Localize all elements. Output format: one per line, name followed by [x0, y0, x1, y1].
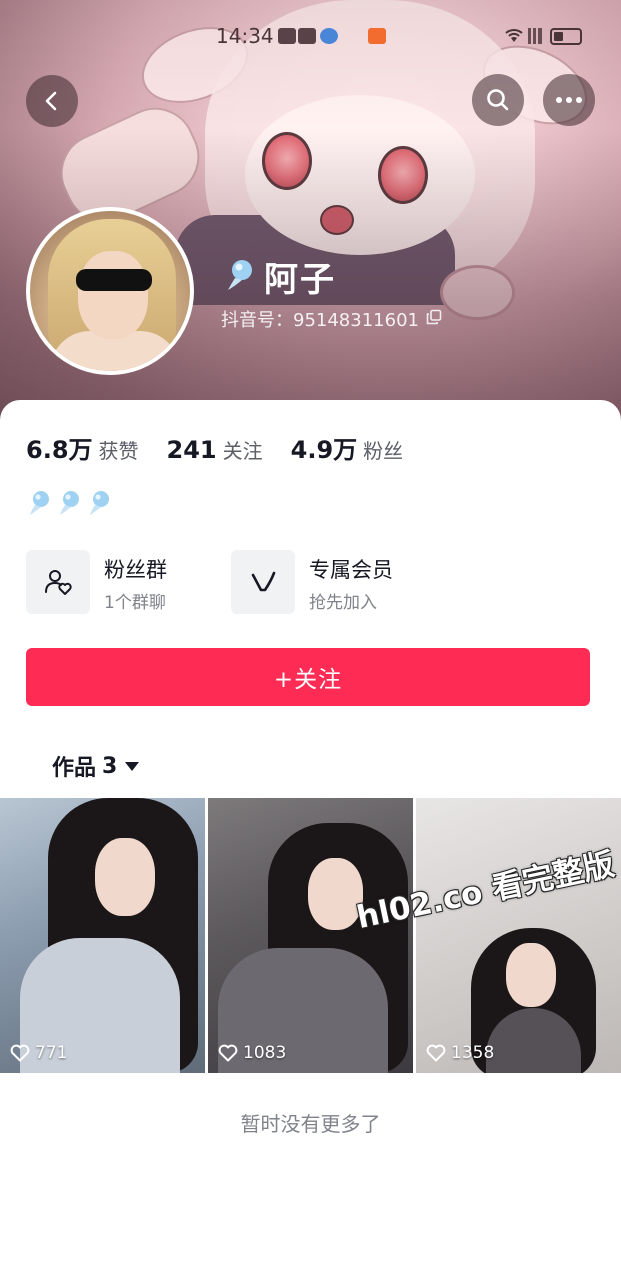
douyin-id: 抖音号：95148311601	[221, 310, 419, 331]
app-icon	[368, 28, 386, 44]
video-thumbnail[interactable]: 1358	[416, 798, 621, 1073]
ice-cream-emoji-icon	[228, 260, 252, 290]
works-label: 作品	[52, 756, 97, 781]
sunglasses-icon	[76, 269, 152, 291]
status-bar: 14:34	[0, 18, 621, 54]
followers-count[interactable]: 4.9万	[291, 430, 358, 465]
caret-down-icon	[125, 761, 140, 771]
avatar[interactable]	[26, 207, 194, 375]
status-time: 14:34	[216, 24, 274, 48]
profile-stats: 6.8万 获赞 241 关注 4.9万 粉丝	[26, 430, 431, 464]
following-count[interactable]: 241	[167, 436, 217, 464]
end-of-list-text: 暂时没有更多了	[240, 1112, 381, 1136]
bio-emoji-row	[28, 490, 112, 516]
vip-v-icon	[251, 571, 276, 592]
video-like-count: 1083	[243, 1043, 287, 1063]
follow-button[interactable]: +关注	[26, 648, 590, 706]
vip-membership-entry[interactable]: 专属会员 抢先加入	[231, 550, 431, 616]
heart-icon	[10, 1044, 30, 1062]
ice-cream-emoji-icon	[60, 491, 79, 515]
browser-icon	[320, 28, 338, 44]
fans-group-subtitle: 1个群聊	[104, 593, 166, 613]
app-icon	[298, 28, 316, 44]
video-thumbnail[interactable]: 1083	[208, 798, 413, 1073]
fans-group-icon	[45, 570, 72, 595]
signal-icon	[528, 28, 542, 44]
back-button[interactable]	[26, 75, 78, 127]
more-button[interactable]	[543, 74, 595, 126]
search-icon	[487, 89, 509, 111]
app-icon	[278, 28, 296, 44]
chevron-left-icon	[45, 91, 57, 111]
followers-label[interactable]: 粉丝	[363, 435, 403, 464]
following-label[interactable]: 关注	[223, 435, 263, 464]
search-button[interactable]	[472, 74, 524, 126]
likes-count: 6.8万	[26, 436, 93, 464]
more-dots-icon	[556, 97, 582, 103]
vip-title: 专属会员	[309, 558, 393, 582]
vip-subtitle: 抢先加入	[309, 593, 377, 613]
video-like-count: 771	[35, 1043, 68, 1063]
copy-icon[interactable]	[426, 309, 442, 325]
works-count: 3	[102, 753, 118, 779]
ice-cream-emoji-icon	[30, 491, 49, 515]
video-thumbnail[interactable]: 771	[0, 798, 205, 1073]
likes-label: 获赞	[98, 439, 139, 463]
fans-group-entry[interactable]: 粉丝群 1个群聊	[26, 550, 216, 616]
profile-screen: 14:34 阿子 抖音号：95148311601 6.8万 获赞 241 关注 …	[0, 0, 621, 1280]
battery-icon	[550, 28, 582, 45]
tab-works[interactable]: 作品 3	[52, 750, 140, 782]
heart-icon	[426, 1044, 446, 1062]
heart-icon	[218, 1044, 238, 1062]
video-like-count: 1358	[451, 1043, 495, 1063]
fans-group-title: 粉丝群	[104, 558, 167, 582]
nickname: 阿子	[264, 260, 336, 300]
ice-cream-emoji-icon	[90, 491, 109, 515]
video-grid: 771 1083 1358	[0, 798, 621, 1073]
wifi-icon	[504, 26, 524, 49]
